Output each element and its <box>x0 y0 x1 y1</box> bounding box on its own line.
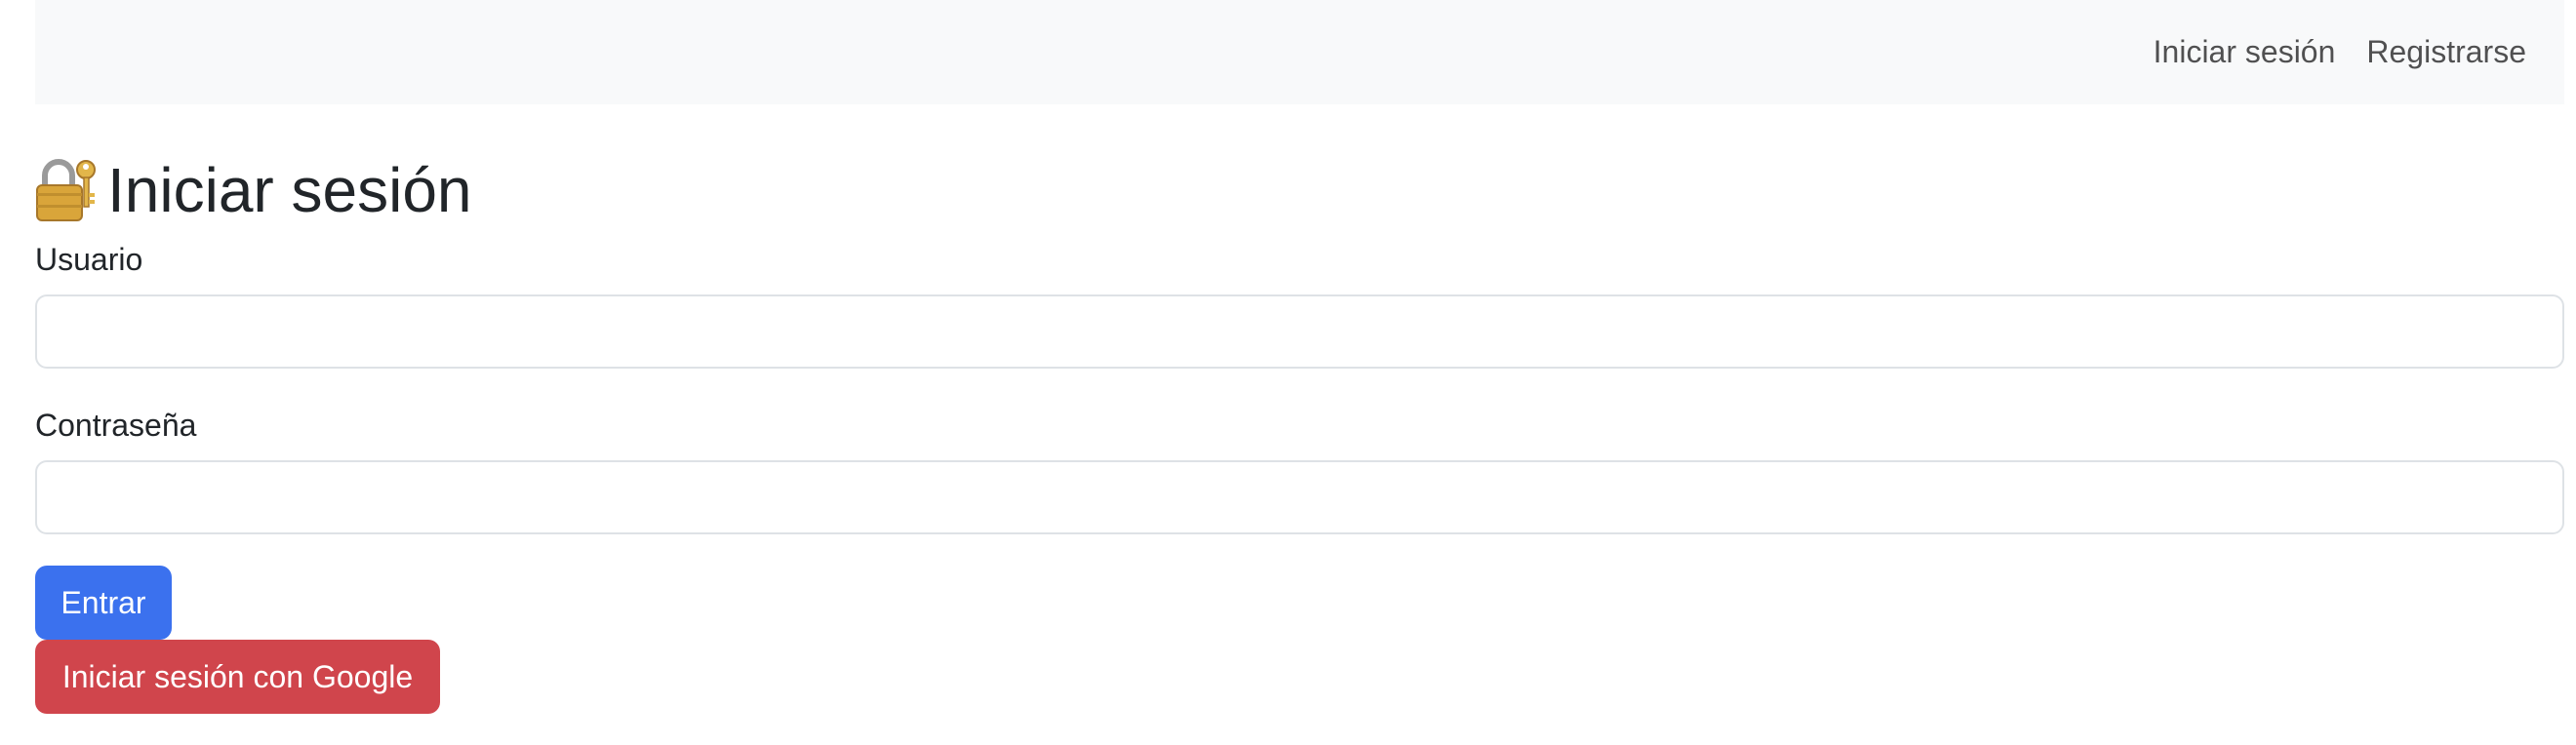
nav-link-register[interactable]: Registrarse <box>2366 34 2526 70</box>
submit-row: Entrar <box>35 534 2564 640</box>
page-title-text: Iniciar sesión <box>107 155 472 225</box>
username-input[interactable] <box>35 294 2564 369</box>
google-row: Iniciar sesión con Google <box>35 640 2564 714</box>
navbar: Iniciar sesión Registrarse <box>35 0 2564 104</box>
submit-button[interactable]: Entrar <box>35 566 172 640</box>
navbar-links: Iniciar sesión Registrarse <box>2153 0 2526 104</box>
google-login-button[interactable]: Iniciar sesión con Google <box>35 640 440 714</box>
page-title: Iniciar sesión <box>35 146 2564 234</box>
password-label: Contraseña <box>35 408 197 443</box>
locked-with-key-icon <box>35 156 100 224</box>
nav-link-login[interactable]: Iniciar sesión <box>2153 34 2336 70</box>
login-form-container: Iniciar sesión Usuario Contraseña Entrar… <box>35 146 2564 714</box>
username-label: Usuario <box>35 242 143 277</box>
password-input[interactable] <box>35 460 2564 534</box>
